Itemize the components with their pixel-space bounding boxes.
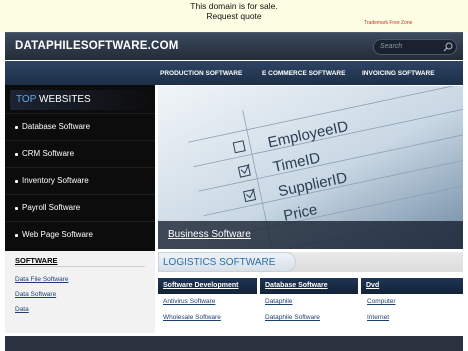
software-panel: SOFTWARE Data File Software Data Softwar… — [5, 251, 155, 333]
search-placeholder: Search — [380, 43, 403, 50]
sidebar-item-label: Inventory Software — [22, 176, 89, 185]
category-title[interactable]: Dvd — [366, 282, 379, 289]
software-link-data[interactable]: Data — [15, 306, 29, 313]
bullet-icon — [15, 153, 18, 156]
category-title[interactable]: Software Development — [163, 282, 238, 289]
sidebar: TOP WEBSITES Database Software CRM Softw… — [5, 85, 155, 251]
search-icon[interactable] — [443, 42, 453, 52]
bullet-icon — [15, 180, 18, 183]
nav-production-software[interactable]: PRODUCTION SOFTWARE — [160, 70, 242, 77]
divider — [15, 266, 145, 267]
sidebar-item-label: Web Page Software — [22, 230, 94, 239]
nav-invoicing-software[interactable]: INVOICING SOFTWARE — [362, 70, 435, 77]
bullet-icon — [15, 207, 18, 210]
category-header-software-development: Software Development — [158, 278, 257, 294]
sidebar-item-label: Payroll Software — [22, 203, 81, 212]
link-computer[interactable]: Computer — [367, 298, 396, 305]
logistics-tab: LOGISTICS SOFTWARE — [158, 252, 296, 272]
software-link-data-software[interactable]: Data Software — [15, 291, 56, 298]
link-internet[interactable]: Internet — [367, 314, 389, 321]
main-nav: PRODUCTION SOFTWARE E COMMERCE SOFTWARE … — [5, 61, 463, 85]
sale-notice: This domain is for sale. — [190, 1, 278, 11]
sidebar-item-payroll-software[interactable]: Payroll Software — [5, 194, 155, 221]
trademark-link[interactable]: Trademark Free Zone — [364, 20, 412, 26]
sidebar-heading: TOP WEBSITES — [5, 85, 155, 113]
site-title[interactable]: DATAPHILESOFTWARE.COM — [15, 40, 179, 52]
hero-caption: Business Software — [158, 221, 463, 249]
link-wholesale-software[interactable]: Wholesale Software — [163, 314, 221, 321]
footer-bar — [5, 336, 463, 351]
logistics-heading[interactable]: LOGISTICS SOFTWARE — [163, 257, 275, 268]
sale-banner: This domain is for sale. Request quote T… — [0, 0, 468, 32]
sidebar-heading-top: TOP — [16, 94, 37, 105]
link-dataphile-software[interactable]: Dataphile Software — [265, 314, 320, 321]
bullet-icon — [15, 126, 18, 129]
category-title[interactable]: Database Software — [265, 282, 328, 289]
search-input[interactable]: Search — [373, 39, 457, 55]
hero-caption-link[interactable]: Business Software — [168, 229, 251, 240]
sidebar-item-label: Database Software — [22, 122, 91, 131]
sidebar-item-inventory-software[interactable]: Inventory Software — [5, 167, 155, 194]
software-heading[interactable]: SOFTWARE — [15, 256, 58, 265]
category-header-dvd: Dvd — [361, 278, 463, 294]
category-header-database-software: Database Software — [260, 278, 358, 294]
sidebar-item-database-software[interactable]: Database Software — [5, 113, 155, 140]
hero-banner[interactable]: EmployeeID TimeID SupplierID Price Busin… — [158, 86, 463, 249]
logistics-bar: LOGISTICS SOFTWARE — [158, 252, 463, 272]
link-antivirus-software[interactable]: Antivirus Software — [163, 298, 215, 305]
sidebar-item-web-page-software[interactable]: Web Page Software — [5, 221, 155, 248]
sidebar-heading-websites: WEBSITES — [39, 94, 91, 105]
nav-ecommerce-software[interactable]: E COMMERCE SOFTWARE — [262, 70, 345, 77]
bullet-icon — [15, 234, 18, 237]
sidebar-item-crm-software[interactable]: CRM Software — [5, 140, 155, 167]
site-header: DATAPHILESOFTWARE.COM Search — [5, 32, 463, 60]
software-link-data-file[interactable]: Data File Software — [15, 276, 68, 283]
link-dataphile[interactable]: Dataphile — [265, 298, 292, 305]
sidebar-item-label: CRM Software — [22, 149, 75, 158]
